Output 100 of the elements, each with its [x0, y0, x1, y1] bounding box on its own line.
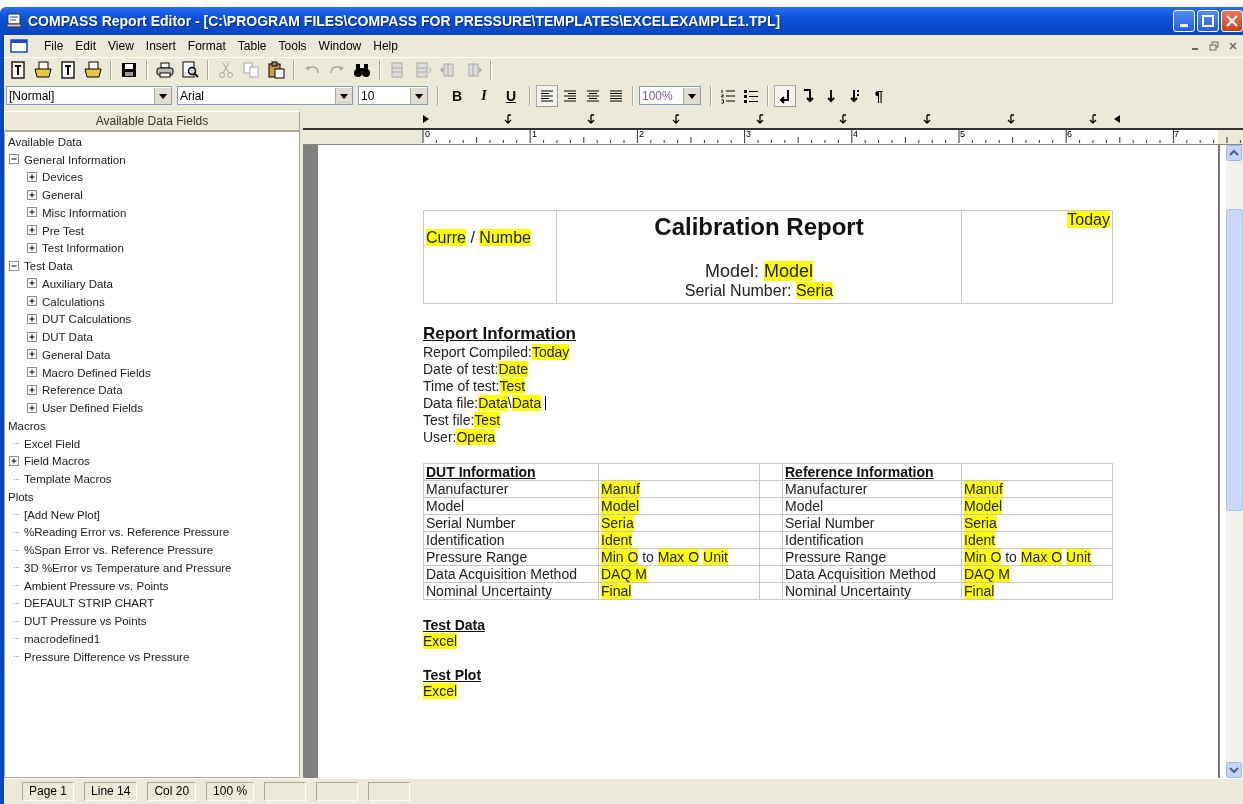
document-icon: [9, 61, 27, 79]
status-panel: 100 %: [206, 782, 255, 801]
menu-item[interactable]: Help: [367, 39, 404, 53]
expand-icon[interactable]: [27, 207, 38, 219]
expand-icon[interactable]: [27, 349, 38, 361]
vertical-scrollbar[interactable]: [1226, 145, 1243, 778]
tree-item[interactable]: Devices: [42, 171, 83, 184]
tree-item[interactable]: macrodefined1: [24, 632, 101, 645]
folder-icon: [84, 61, 102, 79]
tree-item[interactable]: DEFAULT STRIP CHART: [24, 597, 155, 610]
table-cell: DAQ M: [961, 565, 1113, 583]
expand-icon[interactable]: [27, 225, 38, 237]
tree-item[interactable]: General: [42, 189, 83, 202]
tree-item[interactable]: Test Information: [42, 242, 124, 255]
table-cell: Data Acquisition Method: [782, 565, 962, 583]
tree-item[interactable]: Test Data: [24, 260, 73, 273]
scroll-up-icon[interactable]: [1226, 145, 1242, 161]
tree-item[interactable]: Template Macros: [24, 473, 112, 486]
break-left-button[interactable]: [774, 84, 796, 107]
table-heading: DUT Information: [423, 463, 599, 481]
expand-icon[interactable]: [27, 402, 38, 414]
tree-item[interactable]: Excel Field: [24, 437, 81, 450]
table-cell: Identification: [423, 531, 599, 549]
model-line: Model: Model: [703, 261, 815, 282]
tree-item[interactable]: General Data: [42, 348, 111, 361]
menu-item[interactable]: Insert: [139, 39, 182, 53]
expand-icon[interactable]: [27, 296, 38, 308]
tree-item[interactable]: Plots: [8, 490, 34, 503]
italic-button[interactable]: I: [471, 84, 497, 107]
tree-item[interactable]: General Information: [24, 153, 126, 166]
tree-item[interactable]: Misc Information: [42, 206, 127, 219]
expand-icon[interactable]: [27, 367, 38, 379]
print-button[interactable]: [153, 59, 177, 81]
expand-icon[interactable]: [27, 171, 38, 183]
open-template-button[interactable]: [81, 59, 105, 81]
expand-icon[interactable]: [27, 278, 38, 290]
table-cell: Ident: [598, 531, 760, 549]
tree-item[interactable]: Field Macros: [24, 455, 90, 468]
redo-icon: [328, 65, 346, 75]
table-cell: Data Acquisition Method: [423, 565, 599, 583]
ruler-label: 6: [1067, 129, 1072, 139]
menu-item[interactable]: View: [102, 39, 140, 53]
tree-item[interactable]: Pre Test: [42, 224, 84, 237]
tree-item[interactable]: Pressure Difference vs Pressure: [24, 650, 190, 663]
tree-item[interactable]: DUT Data: [42, 331, 93, 344]
tree-item[interactable]: Auxiliary Data: [42, 277, 113, 290]
report-title: Calibration Report: [653, 213, 865, 241]
scroll-down-icon[interactable]: [1226, 762, 1242, 778]
table-cell: Model: [423, 497, 599, 515]
underline-button[interactable]: U: [498, 84, 524, 107]
section-heading: Report Information: [423, 324, 576, 344]
tree-item[interactable]: DUT Calculations: [42, 313, 132, 326]
open-report-button[interactable]: [31, 59, 55, 81]
font-dropdown[interactable]: Arial: [177, 86, 353, 105]
collapse-icon[interactable]: [9, 260, 20, 272]
close-button[interactable]: [1221, 10, 1243, 32]
date-field: Today: [1067, 211, 1110, 228]
menu-item[interactable]: Window: [312, 39, 368, 53]
tree-item[interactable]: DUT Pressure vs Points: [24, 615, 147, 628]
expand-icon[interactable]: [9, 455, 20, 467]
collapse-icon[interactable]: [9, 154, 20, 166]
maximize-button[interactable]: [1197, 10, 1219, 32]
clipboard-icon: [267, 61, 285, 79]
ruler-label: 7: [1174, 129, 1179, 139]
menu-item[interactable]: File: [38, 39, 70, 53]
align-left-button[interactable]: [536, 84, 558, 107]
expand-icon[interactable]: [27, 189, 38, 201]
scroll-thumb[interactable]: [1226, 209, 1243, 511]
minimize-button[interactable]: [1173, 10, 1195, 32]
table-cell: Final: [961, 582, 1113, 600]
expand-icon[interactable]: [27, 331, 38, 343]
tree-item[interactable]: Available Data: [8, 135, 82, 148]
tree-item[interactable]: [Add New Plot]: [24, 508, 101, 521]
font-size-dropdown[interactable]: 10: [358, 86, 428, 105]
tree-item[interactable]: User Defined Fields: [42, 402, 143, 415]
tree-item[interactable]: Macro Defined Fields: [42, 366, 151, 379]
tree-item[interactable]: Ambient Pressure vs. Points: [24, 579, 169, 592]
minimize-icon: [1180, 23, 1188, 27]
folder-icon: [34, 61, 52, 79]
status-panel: Page 1: [22, 782, 75, 801]
bold-button[interactable]: B: [444, 84, 470, 107]
menu-item[interactable]: Format: [181, 39, 232, 53]
expand-icon[interactable]: [27, 384, 38, 396]
tree-item[interactable]: Reference Data: [42, 384, 123, 397]
pilcrow-button[interactable]: ¶: [866, 84, 892, 107]
menu-item[interactable]: Edit: [69, 39, 103, 53]
tree-item[interactable]: %Reading Error vs. Reference Pressure: [24, 526, 230, 539]
style-dropdown[interactable]: [Normal]: [6, 86, 172, 105]
info-line: Report Compiled:Today: [423, 344, 570, 361]
menu-item[interactable]: Table: [231, 39, 273, 53]
zoom-dropdown[interactable]: 100%: [639, 86, 701, 105]
tree-item[interactable]: 3D %Error vs Temperature and Pressure: [24, 561, 232, 574]
expand-icon[interactable]: [27, 242, 38, 254]
tree-item[interactable]: %Span Error vs. Reference Pressure: [24, 544, 214, 557]
tree-item[interactable]: Calculations: [42, 295, 105, 308]
table-cell: Manuf: [598, 480, 760, 498]
table-cell: Model: [598, 497, 760, 515]
menu-item[interactable]: Tools: [272, 39, 313, 53]
expand-icon[interactable]: [27, 313, 38, 325]
tree-item[interactable]: Macros: [8, 419, 46, 432]
